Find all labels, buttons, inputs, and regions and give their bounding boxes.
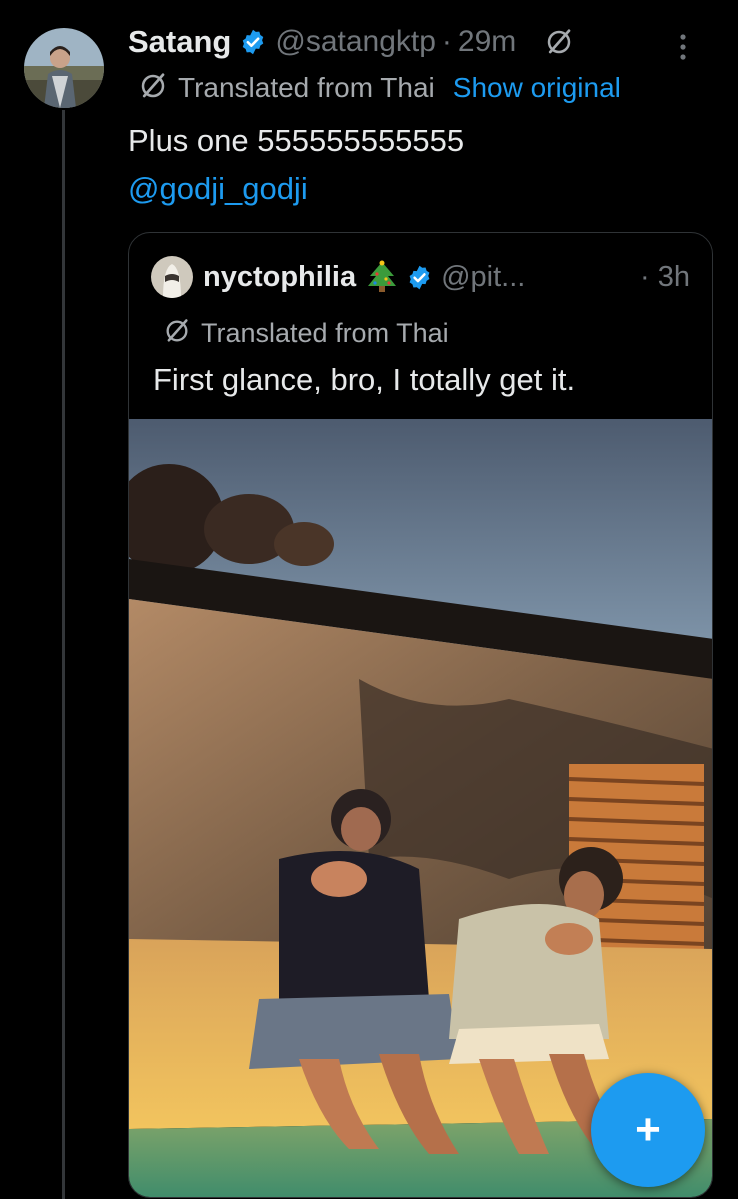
translation-notice: Translated from Thai Show original bbox=[138, 68, 621, 108]
quoted-author-handle[interactable]: @pit... bbox=[441, 261, 525, 294]
quoted-author-name[interactable]: nyctophilia bbox=[203, 261, 356, 294]
author-avatar[interactable] bbox=[24, 28, 104, 108]
quoted-translated-from-label: Translated from Thai bbox=[201, 317, 449, 348]
compose-fab-button[interactable]: + bbox=[591, 1073, 705, 1187]
show-original-link[interactable]: Show original bbox=[453, 72, 621, 104]
verified-badge-icon bbox=[406, 264, 433, 291]
quoted-tweet-header: nyctophilia @pit... · 3h bbox=[151, 255, 690, 299]
quoted-tweet-text: First glance, bro, I totally get it. bbox=[153, 362, 576, 397]
translate-icon bbox=[163, 317, 191, 350]
quoted-author-avatar[interactable] bbox=[151, 256, 193, 298]
tweet-mention-link[interactable]: @godji_godji bbox=[128, 166, 308, 212]
plus-icon: + bbox=[635, 1105, 661, 1154]
tweet-thread-page: Satang @satangktp · 29m Translated from … bbox=[0, 0, 738, 1199]
quoted-tweet-timestamp[interactable]: · 3h bbox=[640, 261, 690, 294]
quoted-translation-notice: Translated from Thai bbox=[163, 313, 449, 353]
author-handle[interactable]: @satangktp bbox=[275, 25, 436, 59]
separator-dot: · bbox=[441, 25, 452, 58]
grok-translate-icon[interactable] bbox=[544, 27, 574, 57]
thread-connector-line bbox=[62, 110, 65, 1199]
author-name[interactable]: Satang bbox=[128, 24, 231, 60]
translated-from-label: Translated from Thai bbox=[178, 72, 435, 103]
more-vertical-icon[interactable] bbox=[678, 32, 688, 62]
christmas-tree-icon bbox=[366, 260, 398, 294]
tweet-header: Satang @satangktp · 29m bbox=[128, 22, 718, 62]
verified-badge-icon bbox=[239, 28, 267, 56]
quoted-tweet-card[interactable]: nyctophilia @pit... · 3h Translated from… bbox=[128, 232, 713, 1198]
translate-icon bbox=[138, 71, 168, 106]
tweet-timestamp[interactable]: 29m bbox=[458, 25, 516, 59]
tweet-body-text: Plus one 555555555555 bbox=[128, 123, 465, 158]
